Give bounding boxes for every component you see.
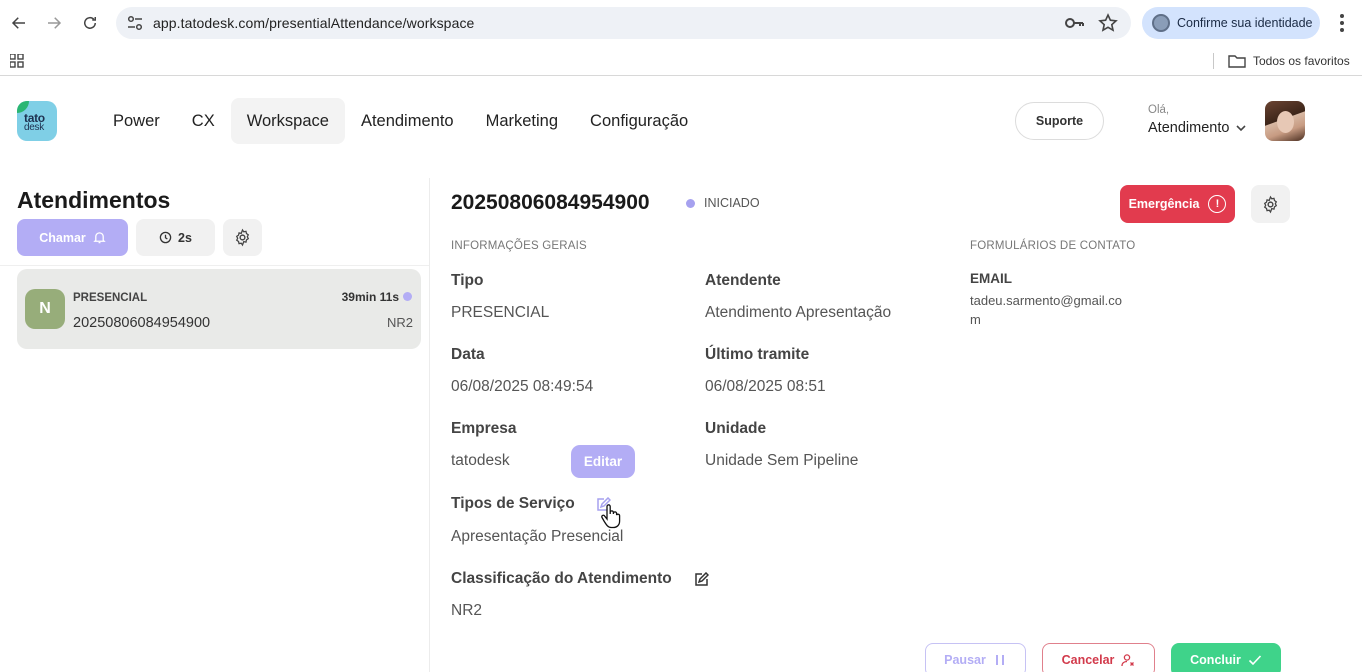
bookmarks-bar: Todos os favoritos xyxy=(0,46,1362,76)
card-type: PRESENCIAL xyxy=(73,292,148,304)
arrow-left-icon xyxy=(11,17,25,29)
data-label: Data xyxy=(451,346,485,363)
card-classification: NR2 xyxy=(386,315,413,330)
pause-label: Pausar xyxy=(944,653,986,667)
card-elapsed: 39min 11s xyxy=(341,290,399,304)
edit-classification-icon[interactable] xyxy=(693,572,709,588)
identity-label: Confirme sua identidade xyxy=(1177,16,1313,30)
edit-company-button[interactable]: Editar xyxy=(571,445,635,478)
site-settings-icon[interactable] xyxy=(126,14,144,32)
nav-workspace[interactable]: Workspace xyxy=(230,98,345,144)
address-bar[interactable]: app.tatodesk.com/presentialAttendance/wo… xyxy=(116,7,1131,39)
call-button[interactable]: Chamar xyxy=(17,219,128,256)
atendente-value: Atendimento Apresentação xyxy=(705,304,892,321)
tipos-servico-value: Apresentação Presencial xyxy=(451,528,624,545)
user-menu-toggle[interactable]: Atendimento xyxy=(1148,120,1247,136)
tipos-servico-label: Tipos de Serviço xyxy=(451,495,575,512)
user-avatar[interactable] xyxy=(1265,101,1305,141)
reload-icon xyxy=(84,16,96,29)
attendance-code: 20250806084954900 xyxy=(451,191,650,214)
email-value: tadeu.sarmento@gmail.com xyxy=(970,293,1122,327)
status-dot xyxy=(686,199,695,208)
main-navigation: Power CX Workspace Atendimento Marketing… xyxy=(97,98,704,144)
conclude-label: Concluir xyxy=(1190,653,1241,667)
apps-grid-icon[interactable] xyxy=(10,54,24,68)
profile-avatar-icon xyxy=(1152,14,1170,32)
data-value: 06/08/2025 08:49:54 xyxy=(451,378,594,395)
nav-marketing[interactable]: Marketing xyxy=(470,98,574,144)
support-button[interactable]: Suporte xyxy=(1015,102,1104,140)
tipo-label: Tipo xyxy=(451,272,484,289)
check-icon xyxy=(1248,655,1261,666)
forward-button[interactable] xyxy=(42,11,66,35)
greeting-text: Olá, xyxy=(1148,104,1170,116)
folder-icon[interactable] xyxy=(1228,53,1246,69)
general-info-heading: INFORMAÇÕES GERAIS xyxy=(451,240,587,252)
classificacao-value: NR2 xyxy=(451,602,483,619)
list-separator xyxy=(0,265,429,266)
classificacao-label: Classificação do Atendimento xyxy=(451,570,672,587)
user-remove-icon xyxy=(1121,654,1135,667)
kebab-menu-icon[interactable] xyxy=(1332,12,1352,34)
timer-label: 2s xyxy=(178,230,192,245)
key-icon[interactable] xyxy=(1064,14,1084,32)
call-button-label: Chamar xyxy=(39,230,86,245)
conclude-button[interactable]: Concluir xyxy=(1171,643,1281,672)
gear-icon xyxy=(235,228,250,247)
emergency-button[interactable]: Emergência ! xyxy=(1120,185,1235,223)
unidade-value: Unidade Sem Pipeline xyxy=(705,452,859,469)
cancel-label: Cancelar xyxy=(1061,653,1115,667)
pause-button[interactable]: Pausar xyxy=(925,643,1026,672)
star-icon[interactable] xyxy=(1098,13,1118,33)
unidade-label: Unidade xyxy=(705,420,767,437)
card-code: 20250806084954900 xyxy=(73,315,211,331)
panel-divider xyxy=(429,178,430,672)
attendance-card[interactable]: N PRESENCIAL 20250806084954900 39min 11s… xyxy=(17,269,421,349)
card-status-dot xyxy=(403,292,412,301)
nav-atendimento[interactable]: Atendimento xyxy=(345,98,470,144)
cancel-button[interactable]: Cancelar xyxy=(1042,643,1155,672)
back-button[interactable] xyxy=(7,11,31,35)
gear-icon xyxy=(1263,195,1278,213)
all-bookmarks-link[interactable]: Todos os favoritos xyxy=(1253,54,1350,68)
clock-icon xyxy=(159,231,172,244)
ultimo-tramite-value: 06/08/2025 08:51 xyxy=(705,378,826,395)
pause-icon xyxy=(995,655,1004,665)
browser-toolbar: app.tatodesk.com/presentialAttendance/wo… xyxy=(0,0,1362,46)
url-text[interactable]: app.tatodesk.com/presentialAttendance/wo… xyxy=(153,15,474,31)
bookmarks-divider xyxy=(1213,53,1214,69)
tatodesk-logo[interactable]: tato desk xyxy=(17,101,57,141)
attendances-title: Atendimentos xyxy=(17,187,171,213)
nav-power[interactable]: Power xyxy=(97,98,176,144)
arrow-right-icon xyxy=(48,17,62,29)
chevron-down-icon xyxy=(1236,125,1246,132)
atendente-label: Atendente xyxy=(705,272,781,289)
card-avatar: N xyxy=(25,289,65,329)
empresa-label: Empresa xyxy=(451,420,517,437)
attendance-settings-button[interactable] xyxy=(1251,185,1290,223)
empresa-value: tatodesk xyxy=(451,452,510,469)
email-label: EMAIL xyxy=(970,271,1012,286)
nav-cx[interactable]: CX xyxy=(176,98,231,144)
ultimo-tramite-label: Último tramite xyxy=(705,346,810,363)
queue-settings-button[interactable] xyxy=(223,219,262,256)
tipo-value: PRESENCIAL xyxy=(451,304,550,321)
hand-cursor-icon xyxy=(601,504,621,529)
contact-forms-heading: FORMULÁRIOS DE CONTATO xyxy=(970,240,1136,252)
reload-button[interactable] xyxy=(78,11,102,35)
timer-button[interactable]: 2s xyxy=(136,219,215,256)
identity-chip[interactable]: Confirme sua identidade xyxy=(1142,7,1320,39)
avatar-face xyxy=(1277,111,1294,133)
user-role-label: Atendimento xyxy=(1148,120,1230,136)
alert-icon: ! xyxy=(1208,195,1227,213)
nav-configuracao[interactable]: Configuração xyxy=(574,98,704,144)
bell-icon xyxy=(93,232,106,244)
logo-text-bottom: desk xyxy=(24,122,44,133)
status-badge: INICIADO xyxy=(704,196,760,210)
emergency-label: Emergência xyxy=(1128,197,1200,211)
